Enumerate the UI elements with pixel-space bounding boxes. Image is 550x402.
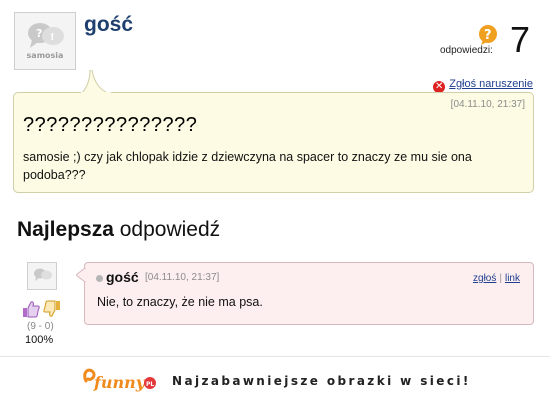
author-status-dot <box>96 275 103 282</box>
chat-bubbles-icon: ? ! <box>28 23 64 48</box>
svg-text:?: ? <box>36 27 42 40</box>
answer-actions: zgłoś | link <box>473 273 520 284</box>
footer-tagline: Najzabawniejsze obrazki w sieci! <box>172 374 471 388</box>
vote-score: (9 - 0) <box>27 321 54 332</box>
answers-counter: ? odpowiedzi: 7 <box>440 20 530 62</box>
speech-tail <box>80 70 111 94</box>
answer-author-avatar[interactable] <box>27 262 57 290</box>
question-date: [04.11.10, 21:37] <box>450 99 525 110</box>
report-violation-label: Zgłoś naruszenie <box>449 78 533 90</box>
author-avatar[interactable]: ? ! samosia <box>14 12 76 70</box>
answer-date: [04.11.10, 21:37] <box>145 272 220 283</box>
avatar-brand: samosia <box>26 51 64 60</box>
answer-report-link[interactable]: zgłoś <box>473 273 496 284</box>
footer-divider <box>0 356 550 357</box>
logo-badge: PL <box>146 381 154 388</box>
question-box: [04.11.10, 21:37] ??????????????? samosi… <box>13 92 534 193</box>
answer-speech-tail <box>76 268 86 282</box>
best-answer-heading-bold: Najlepsza <box>17 218 114 241</box>
chat-bubbles-icon <box>34 268 52 281</box>
funny-logo-icon[interactable]: funny PL <box>80 363 160 395</box>
question-author-link[interactable]: gość <box>84 13 133 37</box>
answer-author-link[interactable]: gość <box>106 269 139 285</box>
links-separator: | <box>499 273 502 284</box>
svg-text:?: ? <box>484 28 492 43</box>
thumb-down-icon[interactable] <box>43 300 61 318</box>
vote-buttons <box>22 300 66 318</box>
logo-text: funny <box>93 373 147 392</box>
best-answer-heading: Najlepsza odpowiedź <box>17 218 220 242</box>
svg-text:!: ! <box>50 32 55 43</box>
report-violation-link[interactable]: ✕ Zgłoś naruszenie <box>433 78 533 93</box>
answer-permalink[interactable]: link <box>505 273 520 284</box>
thumb-up-icon[interactable] <box>22 300 40 318</box>
answer-text: Nie, to znaczy, że nie ma psa. <box>97 295 263 309</box>
question-mark-icon: ? <box>479 25 497 45</box>
question-body: samosie ;) czy jak chlopak idzie z dziew… <box>23 150 472 182</box>
best-answer-heading-rest: odpowiedź <box>113 218 221 241</box>
answers-label: odpowiedzi: <box>440 45 493 56</box>
best-answer-box: gość [04.11.10, 21:37] zgłoś | link Nie, t… <box>84 262 534 325</box>
answers-count: 7 <box>509 19 530 60</box>
question-title: ??????????????? <box>23 114 198 136</box>
vote-percent: 100% <box>25 334 54 346</box>
